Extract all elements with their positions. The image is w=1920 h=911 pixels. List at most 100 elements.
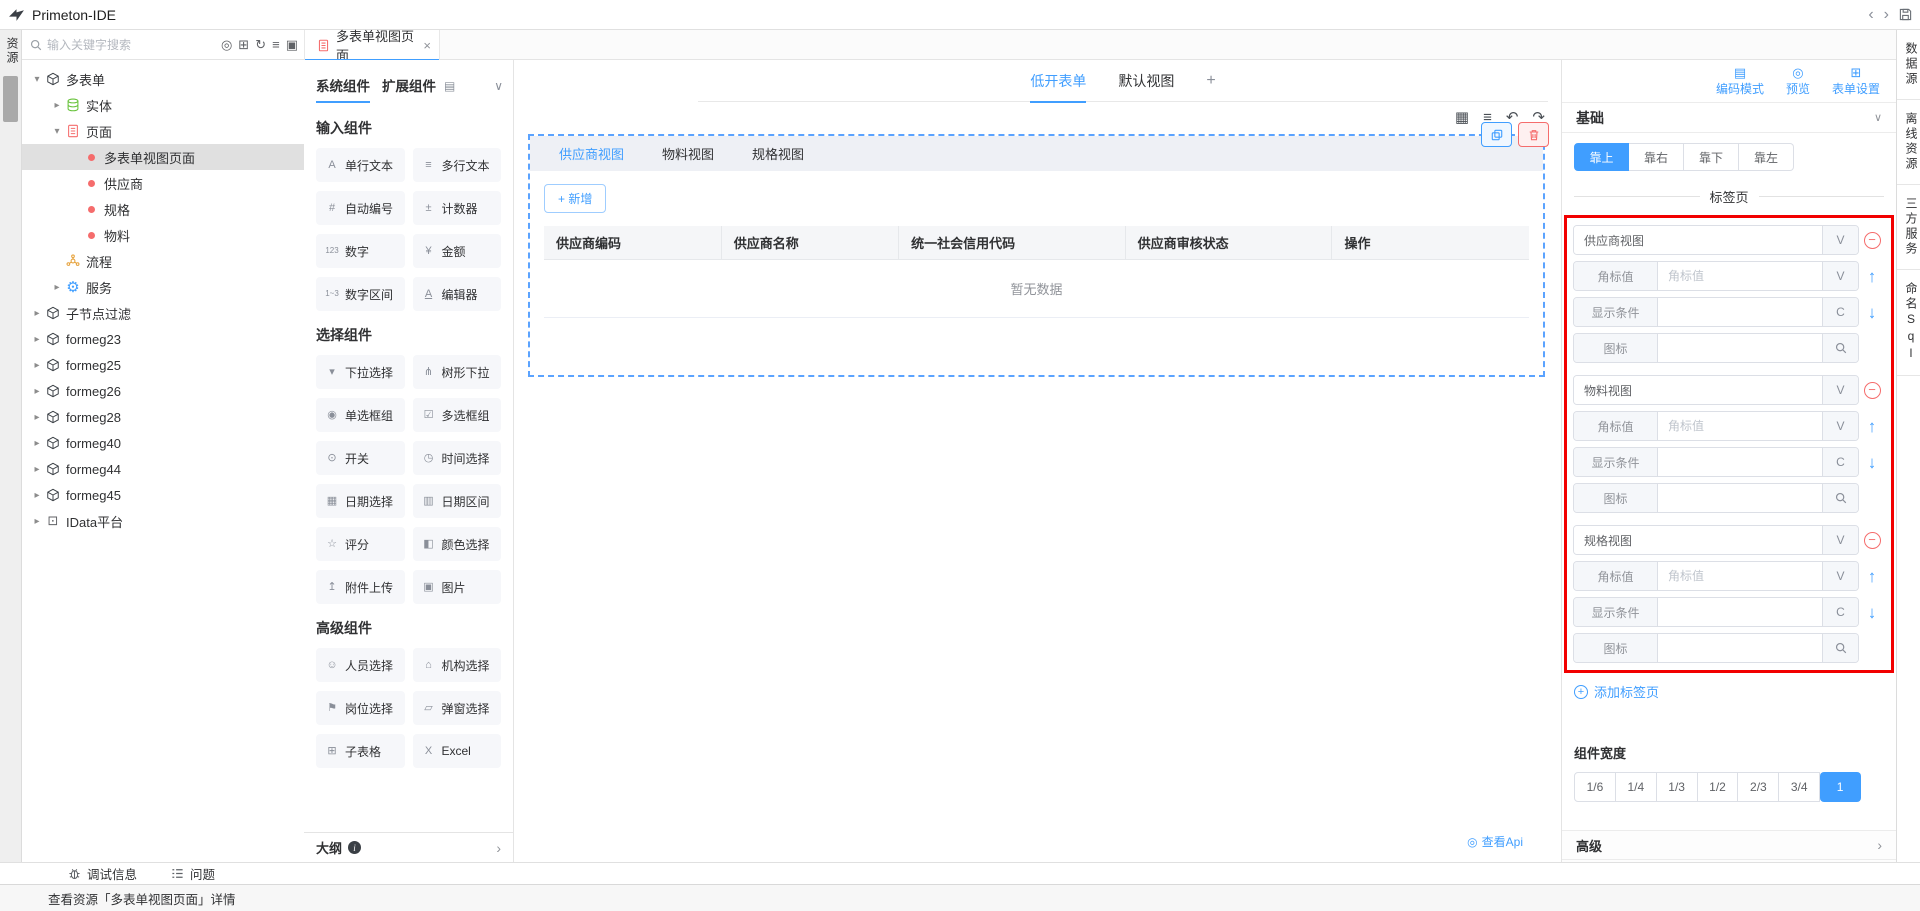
tree-item[interactable]: ▸ ⚙ 服务 (22, 274, 304, 300)
remove-tab-icon[interactable]: − (1864, 532, 1881, 549)
refresh-icon[interactable]: ↻ (255, 38, 266, 51)
tree-item[interactable]: 规格 (22, 196, 304, 222)
palette-item[interactable]: ☑多选框组 (413, 398, 502, 432)
search-icon[interactable] (1822, 334, 1858, 362)
align-top-button[interactable]: 靠上 (1574, 143, 1629, 171)
collapse-icon[interactable]: ▸ (30, 464, 44, 475)
align-right-button[interactable]: 靠右 (1629, 143, 1684, 171)
expand-icon[interactable]: ▾ (50, 126, 64, 137)
advanced-section-header[interactable]: 高级 › (1562, 830, 1896, 859)
delete-component-button[interactable] (1518, 122, 1549, 147)
tree-item[interactable]: 物料 (22, 222, 304, 248)
collapse-icon[interactable]: ▸ (30, 412, 44, 423)
nav-forward-icon[interactable]: › (1884, 7, 1889, 23)
collapse-icon[interactable]: ▸ (30, 516, 44, 527)
tree-item-selected[interactable]: 多表单视图页面 (22, 144, 304, 170)
selected-tab-component[interactable]: 供应商视图 物料视图 规格视图 + 新增 供应商编码 供应商名称 统一社会信用代… (528, 134, 1545, 377)
collapse-icon[interactable]: ▸ (30, 490, 44, 501)
palette-item[interactable]: ⌂机构选择 (413, 648, 502, 682)
palette-item[interactable]: ¥金额 (413, 234, 502, 268)
strip-tab-datasource[interactable]: 数据源 (1897, 30, 1920, 100)
move-down-icon[interactable]: ↓ (1868, 454, 1877, 471)
problems-button[interactable]: 问题 (171, 864, 215, 883)
tab-supplier-view[interactable]: 供应商视图 (540, 144, 643, 163)
tab-default-view[interactable]: 默认视图 (1118, 60, 1174, 102)
code-mode-button[interactable]: ▤ 编码模式 (1716, 66, 1764, 95)
basic-section-header[interactable]: 基础 ∨ (1562, 103, 1896, 133)
palette-item[interactable]: ▣图片 (413, 570, 502, 604)
palette-item[interactable]: ▾下拉选择 (316, 355, 405, 389)
condition-suffix-button[interactable]: C (1822, 448, 1858, 476)
icon-input[interactable] (1658, 634, 1822, 662)
width-option[interactable]: 1/2 (1698, 772, 1739, 802)
variable-suffix-button[interactable]: V (1822, 226, 1858, 254)
preview-button[interactable]: ◎ 预览 (1786, 66, 1810, 95)
tree-item[interactable]: ▸ formeg25 (22, 352, 304, 378)
tree-item[interactable]: 流程 (22, 248, 304, 274)
width-option[interactable]: 1/4 (1616, 772, 1657, 802)
palette-item[interactable]: ±计数器 (413, 191, 502, 225)
width-option[interactable]: 1/6 (1574, 772, 1616, 802)
tree-item[interactable]: ▸ formeg26 (22, 378, 304, 404)
condition-input[interactable] (1658, 298, 1822, 326)
palette-collapse-icon[interactable]: ∨ (494, 79, 503, 99)
collapse-icon[interactable]: ▸ (30, 438, 44, 449)
palette-item[interactable]: ↥附件上传 (316, 570, 405, 604)
tree-item[interactable]: 供应商 (22, 170, 304, 196)
palette-item[interactable]: ☆评分 (316, 527, 405, 561)
align-left-button[interactable]: 靠左 (1739, 143, 1794, 171)
condition-suffix-button[interactable]: C (1822, 298, 1858, 326)
outline-row[interactable]: 大纲 i › (304, 832, 513, 862)
badge-value-input[interactable] (1658, 262, 1822, 290)
copy-component-button[interactable] (1481, 122, 1512, 147)
tree-item[interactable]: ▸ formeg28 (22, 404, 304, 430)
palette-item[interactable]: A单行文本 (316, 148, 405, 182)
close-tab-icon[interactable]: × (423, 38, 431, 53)
collapse-icon[interactable]: ▸ (50, 100, 64, 111)
variable-suffix-button[interactable]: V (1822, 376, 1858, 404)
move-up-icon[interactable]: ↑ (1868, 418, 1877, 435)
tree-item[interactable]: ▸ 子节点过滤 (22, 300, 304, 326)
condition-input[interactable] (1658, 598, 1822, 626)
strip-tab-third-party-service[interactable]: 三方服务 (1897, 185, 1920, 270)
tab-name-input[interactable] (1574, 226, 1822, 254)
collapse-icon[interactable]: ▸ (30, 334, 44, 345)
badge-value-input[interactable] (1658, 562, 1822, 590)
save-icon[interactable] (1899, 8, 1912, 21)
tree-item[interactable]: ▸ formeg40 (22, 430, 304, 456)
move-down-icon[interactable]: ↓ (1868, 304, 1877, 321)
move-up-icon[interactable]: ↑ (1868, 268, 1877, 285)
variable-suffix-button[interactable]: V (1822, 262, 1858, 290)
palette-item[interactable]: ◷时间选择 (413, 441, 502, 475)
remove-tab-icon[interactable]: − (1864, 232, 1881, 249)
add-view-tab-icon[interactable]: + (1206, 72, 1215, 90)
width-option[interactable]: 2/3 (1738, 772, 1779, 802)
width-option-active[interactable]: 1 (1820, 772, 1861, 802)
tree-item[interactable]: ▸ ⊡ IData平台 (22, 508, 304, 534)
align-bottom-button[interactable]: 靠下 (1684, 143, 1739, 171)
new-resource-icon[interactable]: ⊞ (238, 38, 249, 51)
collapse-all-icon[interactable]: ≡ (272, 38, 280, 51)
search-icon[interactable] (1822, 634, 1858, 662)
badge-value-input[interactable] (1658, 412, 1822, 440)
move-down-icon[interactable]: ↓ (1868, 604, 1877, 621)
icon-input[interactable] (1658, 484, 1822, 512)
ai-assist-icon[interactable]: ◎ (221, 38, 232, 51)
palette-menu-icon[interactable]: ▤ (444, 79, 455, 99)
palette-item[interactable]: ▦日期选择 (316, 484, 405, 518)
chevron-down-icon[interactable]: ∨ (1874, 111, 1882, 124)
palette-item[interactable]: 1~3数字区间 (316, 277, 405, 311)
tree-item[interactable]: ▾ 多表单 (22, 66, 304, 92)
width-option[interactable]: 3/4 (1779, 772, 1820, 802)
remove-tab-icon[interactable]: − (1864, 382, 1881, 399)
palette-item[interactable]: ▱弹窗选择 (413, 691, 502, 725)
strip-tab-named-sql[interactable]: 命名Sql (1897, 270, 1920, 376)
palette-item[interactable]: #自动编号 (316, 191, 405, 225)
locate-resource-icon[interactable]: ▣ (286, 38, 298, 51)
palette-item[interactable]: ☺人员选择 (316, 648, 405, 682)
variable-suffix-button[interactable]: V (1822, 412, 1858, 440)
grid-icon[interactable]: ▦ (1455, 110, 1469, 125)
palette-item[interactable]: ◧颜色选择 (413, 527, 502, 561)
tab-extended-components[interactable]: 扩展组件 (382, 75, 436, 103)
collapse-icon[interactable]: ▸ (30, 386, 44, 397)
